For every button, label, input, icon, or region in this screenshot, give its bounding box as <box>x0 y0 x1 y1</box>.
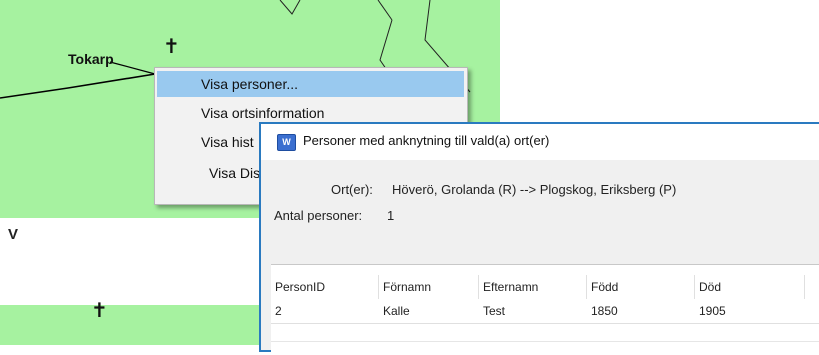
table-cell: Test <box>483 304 506 318</box>
count-value: 1 <box>387 208 395 223</box>
column-header-fornamn[interactable]: Förnamn <box>379 275 479 299</box>
table-cell: 1850 <box>591 304 618 318</box>
table-cell: Kalle <box>383 304 410 318</box>
column-header-efternamn[interactable]: Efternamn <box>479 275 587 299</box>
cross-icon: ✝ <box>163 34 180 58</box>
place-label[interactable]: Tokarp <box>68 51 114 67</box>
persons-dialog: W Personer med anknytning till vald(a) o… <box>259 122 819 355</box>
ort-value: Höverö, Grolanda (R) --> Plogskog, Eriks… <box>392 182 677 197</box>
table-cell: 2 <box>275 304 282 318</box>
column-header-dod[interactable]: Död <box>695 275 805 299</box>
ort-label: Ort(er): <box>331 182 373 197</box>
map-area-lower[interactable]: ✝ <box>0 300 262 345</box>
column-header-personid[interactable]: PersonID <box>271 275 379 299</box>
dialog-titlebar[interactable]: W Personer med anknytning till vald(a) o… <box>261 124 819 160</box>
cross-icon: ✝ <box>91 298 108 322</box>
persons-table: PersonID Förnamn Efternamn Född Död 2 Ka… <box>271 264 819 355</box>
map-letter: V <box>8 226 19 243</box>
menu-item-visa-personer[interactable]: Visa personer... <box>157 71 464 97</box>
dialog-title: Personer med anknytning till vald(a) ort… <box>303 133 550 148</box>
app-icon: W <box>277 134 296 151</box>
count-label: Antal personer: <box>274 208 363 223</box>
table-header: PersonID Förnamn Efternamn Född Död <box>271 275 819 299</box>
column-header-fodd[interactable]: Född <box>587 275 695 299</box>
table-row[interactable]: 2 Kalle Test 1850 1905 <box>271 299 819 324</box>
table-cell: 1905 <box>699 304 726 318</box>
